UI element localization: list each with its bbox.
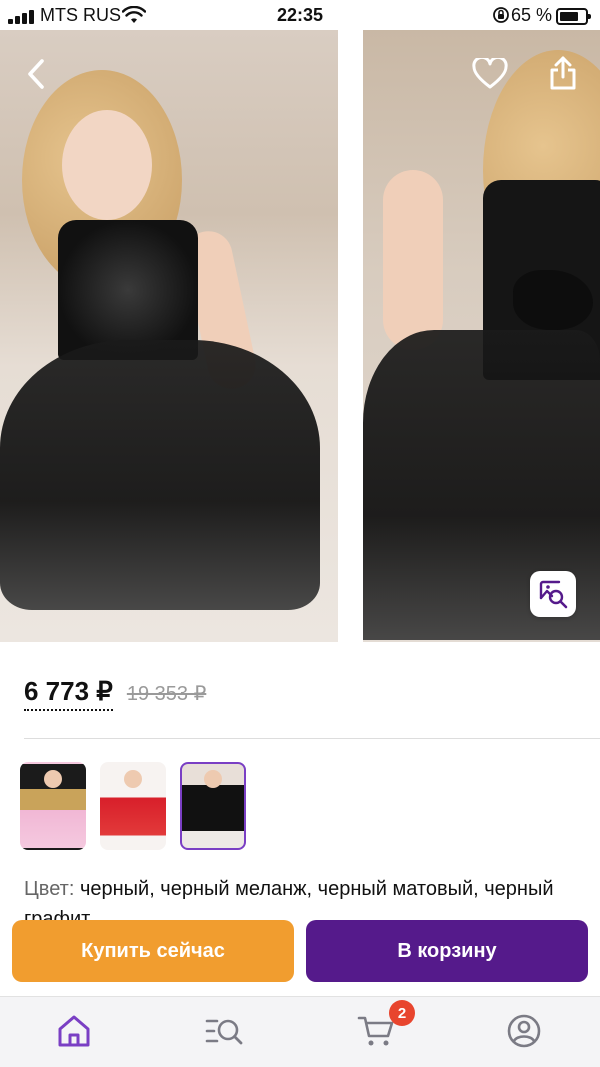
product-photo-front[interactable]	[0, 30, 338, 642]
bottom-tab-bar	[0, 996, 600, 1067]
battery-percent: 65 %	[510, 5, 552, 25]
product-gallery[interactable]	[0, 30, 600, 642]
variant-thumb-gold-pink[interactable]	[20, 762, 86, 850]
share-icon	[550, 56, 576, 90]
profile-icon	[507, 1014, 541, 1048]
back-button[interactable]	[14, 52, 58, 96]
photo-arm	[383, 170, 443, 350]
tab-profile[interactable]	[502, 1011, 546, 1051]
home-icon	[58, 1015, 90, 1047]
photo-face	[62, 110, 152, 220]
cart-badge: 2	[389, 1000, 415, 1026]
divider	[24, 738, 600, 739]
image-search-icon	[539, 580, 568, 609]
share-button[interactable]	[541, 50, 585, 96]
favorite-button[interactable]	[468, 52, 512, 96]
catalog-search-icon	[205, 1019, 243, 1045]
color-label: Цвет:	[24, 878, 75, 900]
add-to-cart-button[interactable]: В корзину	[306, 920, 588, 982]
photo-bodice	[58, 220, 198, 360]
variant-thumb-black[interactable]	[180, 762, 246, 850]
variant-thumb-red[interactable]	[100, 762, 166, 850]
tab-home[interactable]	[52, 1011, 96, 1051]
current-price[interactable]: 6 773 ₽	[24, 676, 113, 711]
color-variants	[20, 762, 246, 850]
status-bar: MTS RUS 22:35 65 %	[0, 0, 600, 30]
chevron-left-icon	[28, 59, 44, 89]
product-photo-back[interactable]	[363, 30, 600, 642]
image-search-button[interactable]	[530, 571, 576, 617]
cart-icon	[357, 1016, 394, 1046]
old-price: 19 353 ₽	[126, 683, 207, 705]
photo-skirt	[0, 340, 320, 610]
rotation-lock-icon	[493, 7, 509, 23]
price-row: 6 773 ₽ 19 353 ₽	[24, 676, 206, 716]
heart-icon	[472, 58, 508, 89]
battery-icon	[556, 8, 591, 25]
tab-catalog[interactable]	[202, 1011, 246, 1051]
buy-now-button[interactable]: Купить сейчас	[12, 920, 294, 982]
action-bar: Купить сейчас В корзину	[0, 912, 600, 996]
